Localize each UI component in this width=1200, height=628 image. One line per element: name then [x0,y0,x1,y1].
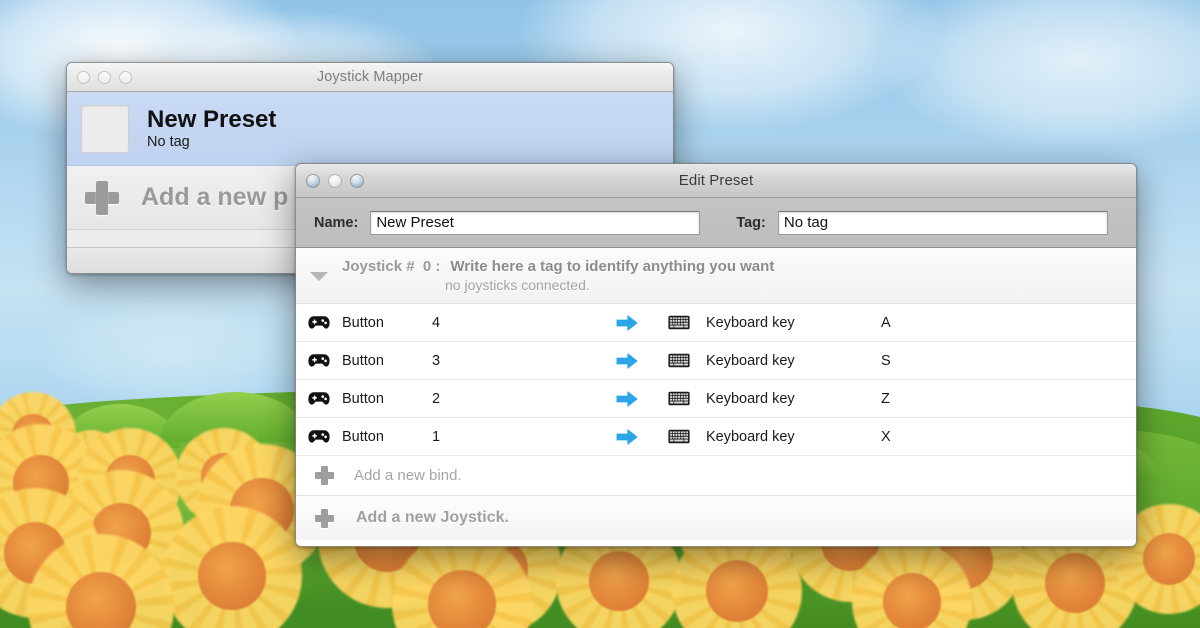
source-icon-cell [296,391,342,406]
bind-rows-container: Button 4 Keyboard key A Button 3 Keyboard key S… [296,304,1136,456]
joystick-id-label: Joystick # 0 : [342,258,441,275]
triangle-down-icon[interactable] [310,272,328,281]
plus-icon [315,466,334,485]
preset-list-item[interactable]: New Preset No tag [67,92,673,166]
minimize-button[interactable] [328,173,342,188]
dest-type: Keyboard key [706,428,795,445]
tag-field-label: Tag: [736,214,766,231]
source-icon-cell [296,353,342,368]
dest-icon-cell [652,353,706,368]
arrow-right-icon [616,390,638,407]
add-new-joystick-label: Add a new Joystick. [356,509,509,526]
bind-row[interactable]: Button 1 Keyboard key X [296,418,1136,456]
joystick-group-header[interactable]: Joystick # 0 : Write here a tag to ident… [296,248,1136,304]
arrow-right-icon [616,352,638,369]
mapper-titlebar[interactable]: Joystick Mapper [67,63,673,92]
add-new-joystick-row[interactable]: Add a new Joystick. [296,496,1136,540]
dest-icon-cell [652,315,706,330]
source-icon-cell [296,315,342,330]
dest-type: Keyboard key [706,390,795,407]
bind-row[interactable]: Button 4 Keyboard key A [296,304,1136,342]
mapping-arrow-cell [602,314,652,332]
source-value: 4 [432,314,441,331]
source-type: Button [342,428,384,445]
dest-value: S [881,352,891,369]
keyboard-icon [668,391,690,406]
joystick-group-line: Joystick # 0 : Write here a tag to ident… [342,258,774,275]
close-button[interactable] [77,70,90,84]
source-value: 1 [432,428,441,445]
dest-type: Keyboard key [706,314,795,331]
mapper-traffic-lights [67,70,132,84]
gamepad-icon [308,392,330,405]
source-type: Button [342,314,384,331]
keyboard-icon [668,353,690,368]
plus-icon [85,180,119,215]
dest-type: Keyboard key [706,352,795,369]
source-type: Button [342,352,384,369]
arrow-right-icon [616,314,638,331]
mapping-arrow-cell [602,352,652,370]
dest-value: A [881,314,891,331]
gamepad-icon [308,430,330,443]
bind-row[interactable]: Button 3 Keyboard key S [296,342,1136,380]
preset-name: New Preset [147,106,277,134]
source-value: 2 [432,390,441,407]
dest-icon-cell [652,391,706,406]
edit-traffic-lights [296,173,364,188]
minimize-button[interactable] [98,70,111,84]
zoom-button[interactable] [119,70,132,84]
edit-fields-bar: Name: New Preset Tag: No tag [296,198,1136,248]
gamepad-icon [308,354,330,367]
joystick-connection-status: no joysticks connected. [445,277,590,293]
add-new-bind-label: Add a new bind. [354,467,462,484]
source-icon-cell [296,429,342,444]
name-field-label: Name: [314,214,359,231]
zoom-button[interactable] [350,173,364,188]
gamepad-icon [308,316,330,329]
bind-row[interactable]: Button 2 Keyboard key Z [296,380,1136,418]
dest-icon-cell [652,429,706,444]
cloud-decoration [880,0,1200,150]
source-value: 3 [432,352,441,369]
name-input[interactable]: New Preset [370,210,701,235]
source-type: Button [342,390,384,407]
arrow-right-icon [616,428,638,445]
edit-window-title: Edit Preset [678,172,754,189]
preset-text-block: New Preset No tag [147,107,276,150]
close-button[interactable] [306,173,320,188]
add-new-preset-label: Add a new p [141,183,289,211]
preset-thumbnail [81,104,129,153]
desktop-background: Joystick Mapper New Preset No tag Add a … [0,0,1200,628]
add-new-bind-row[interactable]: Add a new bind. [296,456,1136,496]
keyboard-icon [668,315,690,330]
mapping-arrow-cell [602,390,652,408]
binds-list: Joystick # 0 : Write here a tag to ident… [296,248,1136,546]
plus-icon [315,508,334,528]
preset-tag: No tag [147,133,190,150]
joystick-group-texts: Joystick # 0 : Write here a tag to ident… [342,258,774,293]
mapper-window-title: Joystick Mapper [316,69,424,85]
edit-titlebar[interactable]: Edit Preset [296,164,1136,198]
joystick-tag-hint[interactable]: Write here a tag to identify anything yo… [450,258,774,275]
tag-input[interactable]: No tag [777,210,1108,235]
edit-preset-window[interactable]: Edit Preset Name: New Preset Tag: No tag… [295,163,1137,547]
keyboard-icon [668,429,690,444]
dest-value: X [881,428,891,445]
mapping-arrow-cell [602,428,652,446]
dest-value: Z [881,390,890,407]
